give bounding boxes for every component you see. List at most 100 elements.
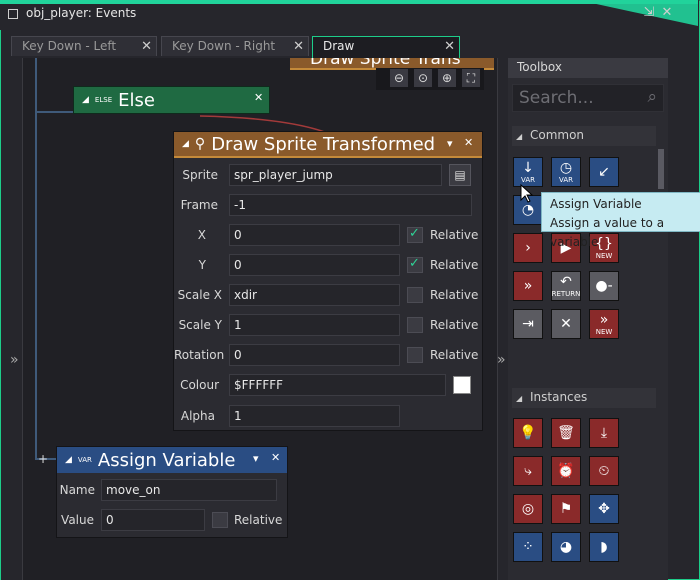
collapse-icon[interactable]: ◢: [182, 139, 189, 149]
toolbox-action-tile[interactable]: ⤓: [589, 418, 619, 448]
expand-left-icon[interactable]: »: [10, 352, 19, 368]
relative-label: Relative: [430, 318, 479, 332]
block-title: Draw Sprite Transformed: [211, 133, 436, 155]
block-close-icon[interactable]: ✕: [271, 451, 280, 464]
action-icon: ↙: [598, 163, 610, 180]
block-menu-icon[interactable]: ▾: [253, 452, 259, 465]
toolbox-action-tile[interactable]: ⏲: [589, 456, 619, 486]
toolbox-action-tile[interactable]: » NEW: [589, 309, 619, 339]
toolbox-action-tile[interactable]: ›: [513, 233, 543, 263]
section-instances[interactable]: ◢ Instances: [512, 388, 662, 408]
action-caption: NEW: [595, 251, 613, 260]
tab-close-icon[interactable]: ✕: [293, 39, 304, 54]
toolbox-action-tile[interactable]: ◎: [513, 494, 543, 524]
left-gutter: »: [1, 58, 22, 580]
collapse-toolbox-icon[interactable]: »: [497, 352, 506, 368]
toolbox-action-tile[interactable]: ●-: [589, 271, 619, 301]
toolbox-action-tile[interactable]: ◗: [589, 532, 619, 562]
section-label: Instances: [529, 390, 588, 404]
y-field[interactable]: 0: [229, 254, 400, 276]
toolbox-action-tile[interactable]: ⏰: [551, 456, 581, 486]
search-icon[interactable]: ⌕: [647, 87, 657, 107]
sprite-field[interactable]: spr_player_jump: [229, 164, 442, 186]
section-arrow-icon: ◢: [516, 394, 523, 403]
tab-key-down-right[interactable]: Key Down - Right ✕: [161, 36, 309, 56]
tab-close-icon[interactable]: ✕: [444, 39, 455, 54]
toolbox-action-tile[interactable]: »: [513, 271, 543, 301]
collapse-icon[interactable]: ◢: [65, 455, 72, 465]
toolbox-action-tile[interactable]: ⇥: [513, 309, 543, 339]
action-icon: ⁘: [522, 538, 534, 555]
scrollbar-thumb[interactable]: [658, 149, 664, 189]
field-label: X: [197, 228, 206, 242]
scale-y-relative-checkbox[interactable]: [407, 317, 423, 333]
toolbox-action-tile[interactable]: ↓ VAR: [513, 157, 543, 187]
rotation-field[interactable]: 0: [229, 344, 400, 366]
tab-key-down-left[interactable]: Key Down - Left ✕: [11, 36, 157, 56]
toolbox-action-tile[interactable]: ⚑: [551, 494, 581, 524]
colour-field[interactable]: $FFFFFF: [229, 374, 446, 396]
toolbox-action-tile[interactable]: ✥: [589, 494, 619, 524]
flow-line: [35, 111, 75, 113]
toolbox-action-tile[interactable]: ✕: [551, 309, 581, 339]
draw-sprite-transformed-block[interactable]: ◢ ⚲ Draw Sprite Transformed ▾ ✕ Sprite s…: [173, 131, 483, 431]
flow-line: [35, 58, 37, 458]
alpha-field[interactable]: 1: [229, 405, 400, 427]
action-icon: ⤷: [524, 462, 532, 479]
scale-y-field[interactable]: 1: [229, 314, 400, 336]
action-icon: ◗: [600, 538, 608, 555]
colour-swatch[interactable]: [453, 376, 471, 394]
x-field[interactable]: 0: [229, 224, 400, 246]
field-label: Rotation: [174, 348, 225, 362]
add-action-icon[interactable]: +: [38, 452, 48, 466]
x-relative-checkbox[interactable]: [407, 226, 423, 243]
tab-draw[interactable]: Draw ✕: [312, 36, 460, 58]
right-gutter: [498, 58, 508, 580]
maximize-button[interactable]: ⇲: [642, 6, 656, 20]
else-block[interactable]: ◢ ELSE Else ✕: [73, 86, 270, 114]
value-relative-checkbox[interactable]: [212, 512, 228, 528]
action-caption: VAR: [521, 175, 535, 184]
sprite-browse-icon[interactable]: ▤: [449, 164, 471, 186]
toolbox-action-tile[interactable]: ◕: [551, 532, 581, 562]
block-close-icon[interactable]: ✕: [464, 136, 473, 149]
zoom-out-icon[interactable]: ⊖: [390, 69, 408, 87]
action-icon: ⚑: [559, 500, 573, 517]
toolbox-action-tile[interactable]: ↙: [589, 157, 619, 187]
fit-view-icon[interactable]: ⛶: [462, 69, 480, 87]
mouse-cursor-icon: [520, 184, 534, 203]
action-icon: ›: [525, 239, 531, 256]
frame-field[interactable]: -1: [229, 194, 472, 216]
field-label: Name: [59, 483, 95, 497]
close-window-button[interactable]: ✕: [660, 6, 674, 20]
toolbox-action-tile[interactable]: ↶ RETURN: [551, 271, 581, 301]
name-field[interactable]: move_on: [101, 479, 277, 501]
toolbox-search-input[interactable]: Search... ⌕: [512, 84, 664, 112]
search-placeholder: Search...: [519, 88, 594, 108]
assign-variable-block[interactable]: ◢ VAR Assign Variable ▾ ✕ Name move_on V…: [56, 446, 288, 538]
toolbox-panel: Toolbox Search... ⌕ ◢ Common ↓VAR◷VAR↙◔⚘…: [508, 58, 668, 580]
block-menu-icon[interactable]: ▾: [447, 137, 453, 150]
block-close-icon[interactable]: ✕: [254, 91, 263, 104]
collapse-icon[interactable]: ◢: [82, 95, 89, 105]
relative-label: Relative: [430, 348, 479, 362]
y-relative-checkbox[interactable]: [407, 256, 423, 273]
action-icon: ✕: [560, 315, 572, 332]
toolbox-action-tile[interactable]: ⁘: [513, 532, 543, 562]
toolbox-action-tile[interactable]: ◷ VAR: [551, 157, 581, 187]
section-common[interactable]: ◢ Common: [512, 126, 662, 146]
zoom-in-icon[interactable]: ⊕: [438, 69, 456, 87]
rotation-relative-checkbox[interactable]: [407, 347, 423, 363]
value-field[interactable]: 0: [101, 509, 205, 531]
toolbox-action-tile[interactable]: ⤷: [513, 456, 543, 486]
zoom-reset-icon[interactable]: ⊙: [414, 69, 432, 87]
scale-x-relative-checkbox[interactable]: [407, 287, 423, 303]
field-label: Alpha: [180, 409, 215, 423]
tab-close-icon[interactable]: ✕: [141, 39, 152, 54]
toolbox-action-tile[interactable]: 🗑: [551, 418, 581, 448]
scale-x-field[interactable]: xdir: [229, 284, 400, 306]
relative-label: Relative: [430, 258, 479, 272]
block-title: Else: [118, 89, 155, 111]
toolbox-action-tile[interactable]: 💡: [513, 418, 543, 448]
action-icon: ⏲: [598, 462, 610, 479]
